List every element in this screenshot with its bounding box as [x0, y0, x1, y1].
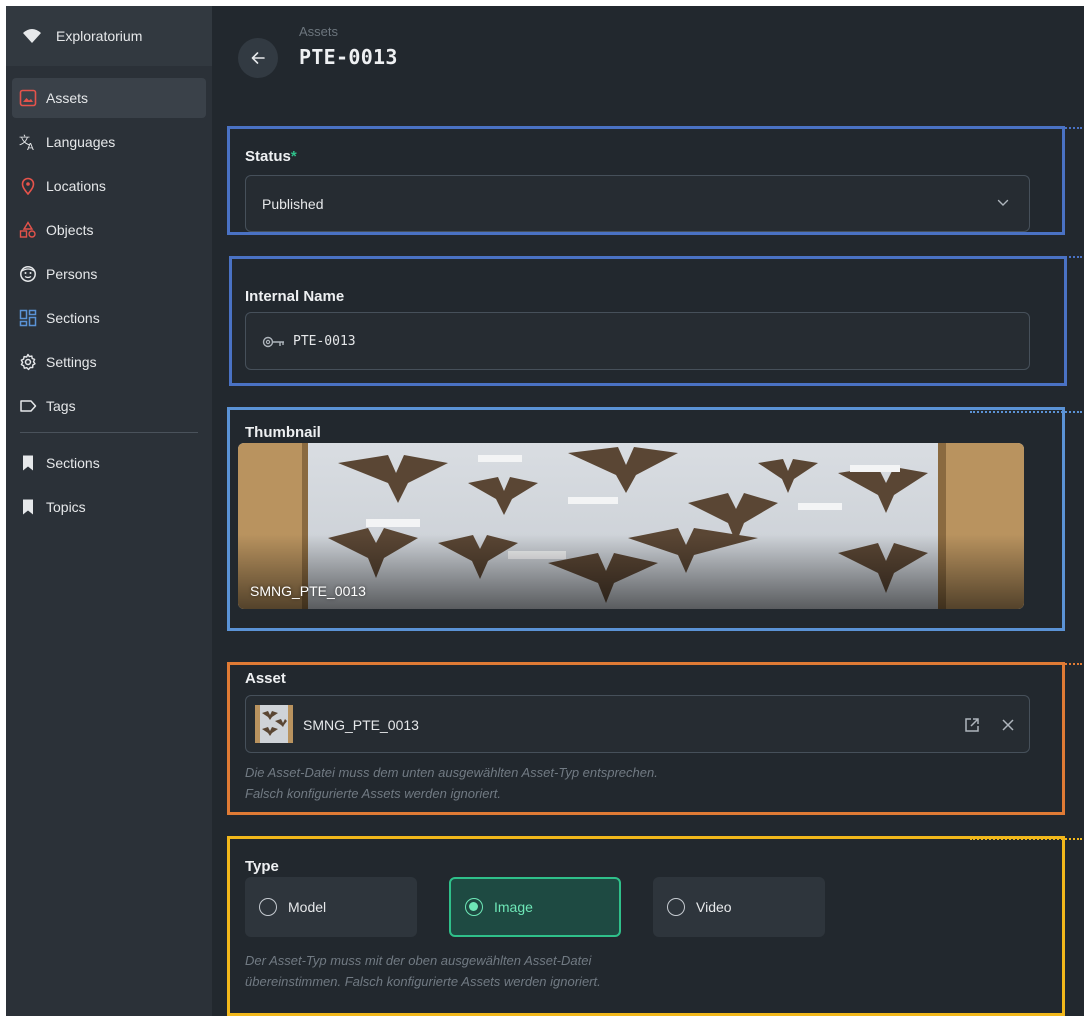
breadcrumb[interactable]: Assets: [299, 24, 338, 39]
sidebar-item-label: Settings: [46, 354, 97, 370]
sidebar-item-sections[interactable]: Sections: [12, 298, 206, 338]
sidebar: Exploratorium Assets 文A Languages Locati…: [6, 6, 212, 1016]
status-select-value: Published: [262, 196, 324, 212]
sidebar-item-label: Assets: [46, 90, 89, 106]
thumbnail-label: Thumbnail: [245, 424, 321, 441]
tag-icon: [19, 397, 37, 415]
sidebar-item-label: Tags: [46, 398, 76, 414]
sidebar-item-label: Persons: [46, 266, 98, 282]
sidebar-item-assets[interactable]: Assets: [12, 78, 206, 118]
annotation-leader: [970, 663, 1082, 665]
sidebar-item-tags[interactable]: Tags: [12, 386, 206, 426]
sidebar-item-label: Objects: [46, 222, 94, 238]
type-option-model[interactable]: Model: [245, 877, 417, 937]
type-option-video[interactable]: Video: [653, 877, 825, 937]
status-select[interactable]: Published: [245, 175, 1030, 232]
asset-hint-line2: Falsch konfigurierte Assets werden ignor…: [245, 786, 502, 801]
chevron-down-icon: [997, 199, 1009, 206]
radio-checked-icon: [465, 898, 483, 916]
type-option-label: Image: [494, 899, 533, 915]
sidebar-item-topics[interactable]: Topics: [12, 487, 206, 527]
radio-unchecked-icon: [667, 898, 685, 916]
asset-hint-line1: Die Asset-Datei muss dem unten ausgewähl…: [245, 765, 658, 780]
internal-name-label: Internal Name: [245, 288, 345, 305]
sidebar-item-label: Sections: [46, 455, 100, 471]
app-name: Exploratorium: [56, 28, 143, 44]
sidebar-item-label: Locations: [46, 178, 106, 194]
type-hint: Der Asset-Typ muss mit der oben ausgewäh…: [245, 950, 601, 992]
arrow-left-icon: [251, 52, 265, 64]
shapes-icon: [19, 221, 37, 239]
required-marker: *: [290, 148, 297, 165]
sidebar-nav: Assets 文A Languages Locations Objects Pe…: [6, 78, 212, 527]
close-icon[interactable]: [1001, 718, 1015, 732]
status-label: Status*: [245, 148, 297, 165]
sidebar-item-label: Languages: [46, 134, 116, 150]
annotation-leader: [986, 256, 1082, 258]
map-pin-icon: [19, 177, 37, 195]
sidebar-item-sections-secondary[interactable]: Sections: [12, 443, 206, 483]
bookmark-icon: [19, 454, 37, 472]
type-hint-line1: Der Asset-Typ muss mit der oben ausgewäh…: [245, 953, 592, 968]
sidebar-divider: [20, 432, 198, 433]
bookmark-icon: [19, 498, 37, 516]
type-option-label: Video: [696, 899, 732, 915]
type-option-image[interactable]: Image: [449, 877, 621, 937]
type-hint-line2: übereinstimmen. Falsch konfigurierte Ass…: [245, 974, 601, 989]
asset-thumbnail-icon: [255, 705, 293, 743]
gear-icon: [19, 353, 37, 371]
radio-unchecked-icon: [259, 898, 277, 916]
sidebar-item-label: Sections: [46, 310, 100, 326]
sidebar-item-label: Topics: [46, 499, 86, 515]
face-icon: [19, 265, 37, 283]
asset-file-name: SMNG_PTE_0013: [303, 717, 419, 733]
asset-hint: Die Asset-Datei muss dem unten ausgewähl…: [245, 762, 658, 804]
image-icon: [19, 89, 37, 107]
svg-text:A: A: [27, 142, 34, 151]
asset-field[interactable]: SMNG_PTE_0013: [245, 695, 1030, 753]
internal-name-value: PTE-0013: [293, 334, 356, 349]
key-icon: [262, 336, 284, 348]
asset-label: Asset: [245, 670, 286, 687]
layout-icon: [19, 309, 37, 327]
wifi-logo-icon: [23, 29, 41, 43]
sidebar-item-objects[interactable]: Objects: [12, 210, 206, 250]
page-title: PTE-0013: [299, 45, 398, 69]
type-option-label: Model: [288, 899, 327, 915]
internal-name-field[interactable]: PTE-0013: [245, 312, 1030, 370]
translate-icon: 文A: [19, 133, 37, 151]
thumbnail-image[interactable]: SMNG_PTE_0013: [238, 443, 1024, 609]
annotation-leader: [970, 411, 1082, 413]
sidebar-item-settings[interactable]: Settings: [12, 342, 206, 382]
sidebar-item-locations[interactable]: Locations: [12, 166, 206, 206]
brand[interactable]: Exploratorium: [6, 6, 212, 66]
sidebar-item-languages[interactable]: 文A Languages: [12, 122, 206, 162]
open-external-icon[interactable]: [964, 717, 980, 733]
annotation-leader: [986, 127, 1082, 129]
type-label: Type: [245, 858, 279, 875]
back-button[interactable]: [238, 38, 278, 78]
annotation-leader: [970, 838, 1082, 840]
sidebar-item-persons[interactable]: Persons: [12, 254, 206, 294]
thumbnail-caption: SMNG_PTE_0013: [250, 583, 366, 599]
